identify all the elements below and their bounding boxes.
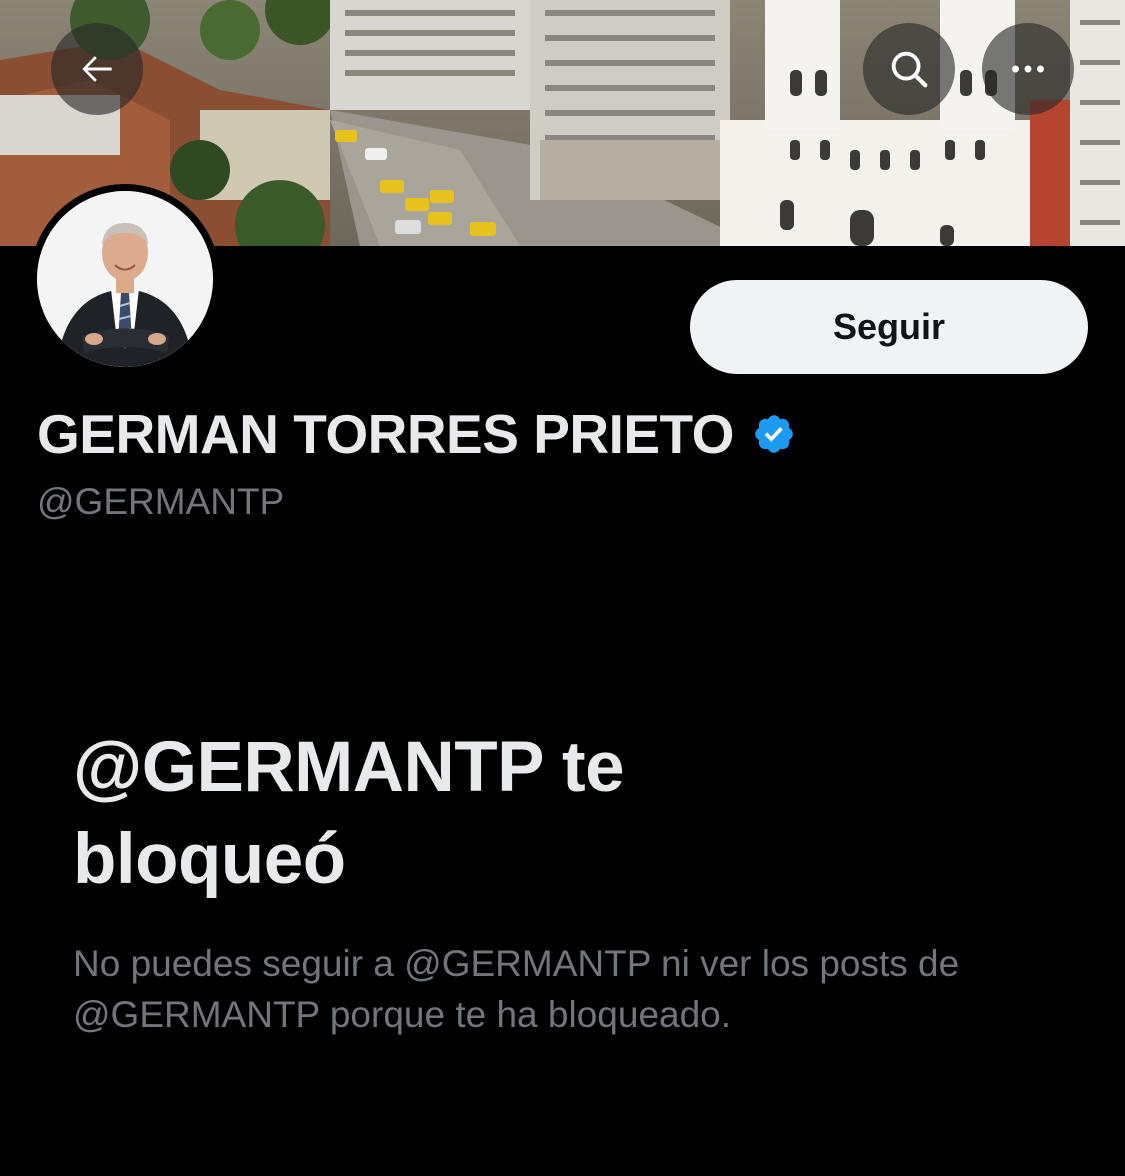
avatar-image bbox=[37, 191, 213, 367]
more-options-icon bbox=[1012, 65, 1044, 73]
avatar-portrait bbox=[37, 191, 213, 367]
back-button[interactable] bbox=[51, 23, 143, 115]
profile-name-row: GERMAN TORRES PRIETO bbox=[37, 396, 796, 472]
follow-button[interactable]: Seguir bbox=[690, 280, 1088, 374]
display-name: GERMAN TORRES PRIETO bbox=[37, 402, 734, 465]
search-button[interactable] bbox=[863, 23, 955, 115]
verified-badge-icon[interactable] bbox=[752, 412, 796, 456]
blocked-description: No puedes seguir a @GERMANTP ni ver los … bbox=[73, 943, 960, 1035]
avatar[interactable] bbox=[30, 184, 220, 374]
blocked-title: @GERMANTP te bloqueó bbox=[73, 728, 625, 899]
profile-page: Seguir GERMAN TORRES PRIETO @GERMANTP @G… bbox=[0, 0, 1125, 1176]
more-options-button[interactable] bbox=[982, 23, 1074, 115]
back-arrow-icon bbox=[82, 56, 112, 82]
search-icon bbox=[891, 51, 928, 88]
profile-handle: @GERMANTP bbox=[37, 481, 285, 522]
